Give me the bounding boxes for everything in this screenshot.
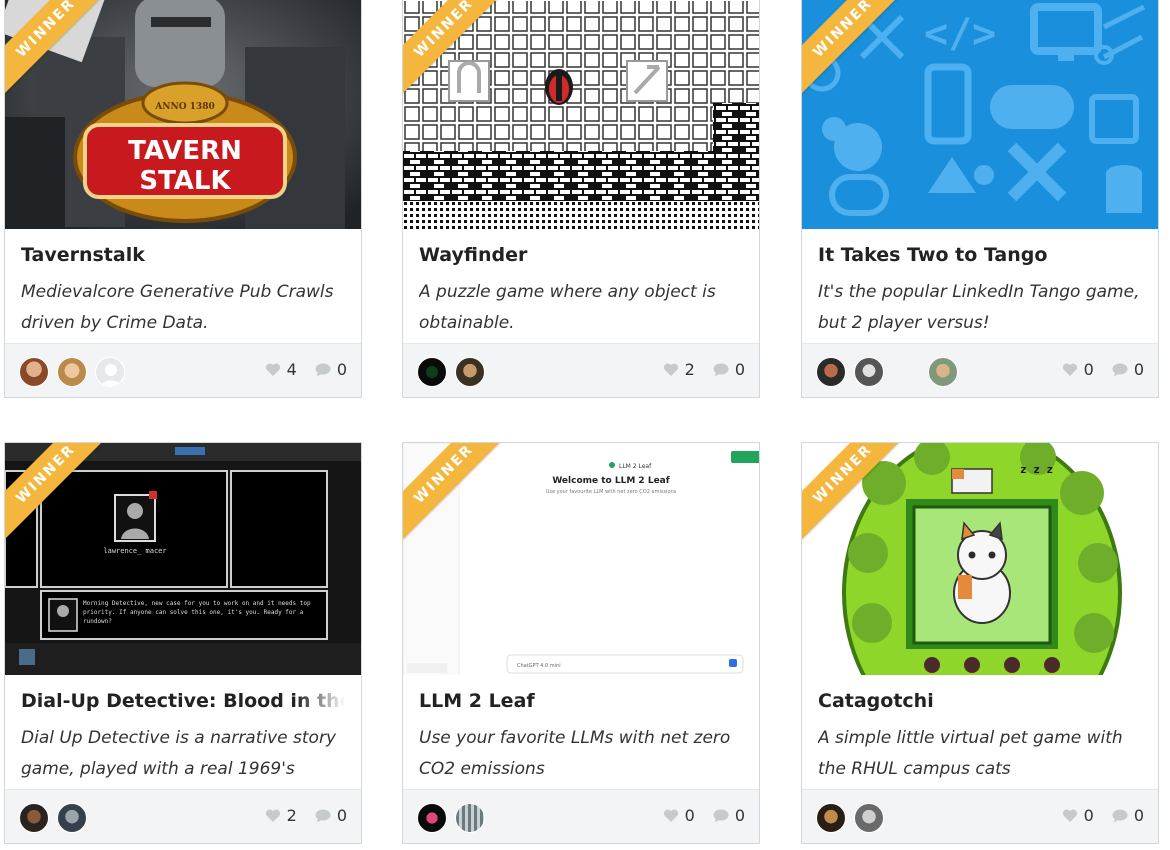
comment-icon bbox=[1112, 363, 1128, 376]
card-footer: 4 0 bbox=[5, 343, 361, 397]
project-card-catagotchi[interactable]: z z z WINNER Catagotchi A simple little … bbox=[801, 442, 1159, 844]
likes-count: 4 bbox=[286, 360, 297, 379]
team-avatars bbox=[19, 357, 125, 387]
avatar[interactable] bbox=[928, 357, 958, 387]
avatar[interactable] bbox=[854, 803, 884, 833]
card-description: A simple little virtual pet game with th… bbox=[818, 728, 1123, 779]
project-card-dial-up-detective[interactable]: lawrence_ macer Morning Detective, new c… bbox=[4, 442, 362, 844]
card-footer: 0 0 bbox=[802, 343, 1158, 397]
avatar-placeholder[interactable] bbox=[95, 357, 125, 387]
avatar[interactable] bbox=[417, 357, 447, 387]
avatar[interactable] bbox=[816, 357, 846, 387]
team-avatars bbox=[19, 803, 87, 833]
card-description: Medievalcore Generative Pub Crawls drive… bbox=[21, 282, 334, 333]
comment-icon bbox=[315, 809, 331, 822]
team-avatars bbox=[417, 803, 485, 833]
card-title[interactable]: Tavernstalk bbox=[21, 241, 345, 271]
card-description: A puzzle game where any object is obtain… bbox=[419, 282, 716, 333]
card-description: Dial Up Detective is a narrative story g… bbox=[21, 728, 337, 779]
card-stats: 2 0 bbox=[663, 360, 745, 379]
card-title[interactable]: Wayfinder bbox=[419, 241, 743, 271]
card-title[interactable]: It Takes Two to Tango bbox=[818, 241, 1142, 271]
svg-text:</>: </> bbox=[924, 11, 996, 57]
likes-count: 0 bbox=[684, 806, 695, 825]
welcome-heading: Welcome to LLM 2 Leaf bbox=[552, 476, 669, 486]
team-avatars bbox=[816, 803, 884, 833]
avatar[interactable] bbox=[816, 803, 846, 833]
card-title[interactable]: Dial-Up Detective: Blood in the bbox=[21, 687, 345, 717]
user-placeholder-icon bbox=[100, 364, 122, 386]
project-card-llm-2-leaf[interactable]: LLM 2 Leaf Welcome to LLM 2 Leaf Use you… bbox=[402, 442, 760, 844]
comments[interactable]: 0 bbox=[713, 806, 745, 825]
project-card-tango[interactable]: </> WINNER It Takes Two to Tango It's th… bbox=[801, 0, 1159, 398]
comments[interactable]: 0 bbox=[1112, 360, 1144, 379]
avatar[interactable] bbox=[417, 803, 447, 833]
heart-icon bbox=[663, 363, 678, 376]
avatar[interactable] bbox=[19, 803, 49, 833]
app-name-label: LLM 2 Leaf bbox=[619, 463, 652, 470]
likes[interactable]: 0 bbox=[663, 806, 695, 825]
card-stats: 0 0 bbox=[1062, 806, 1144, 825]
model-selector: ChatGPT 4.0 mini bbox=[517, 663, 561, 669]
team-avatars bbox=[417, 357, 485, 387]
likes-count: 0 bbox=[1083, 806, 1094, 825]
card-stats: 0 0 bbox=[663, 806, 745, 825]
avatar[interactable] bbox=[57, 357, 87, 387]
comments[interactable]: 0 bbox=[713, 360, 745, 379]
comments[interactable]: 0 bbox=[1112, 806, 1144, 825]
card-stats: 4 0 bbox=[265, 360, 347, 379]
avatar[interactable] bbox=[57, 803, 87, 833]
likes[interactable]: 2 bbox=[663, 360, 695, 379]
likes[interactable]: 2 bbox=[265, 806, 297, 825]
likes[interactable]: 4 bbox=[265, 360, 297, 379]
comment-icon bbox=[1112, 809, 1128, 822]
card-footer: 2 0 bbox=[403, 343, 759, 397]
dialogue-text: Morning Detective, new case for you to w… bbox=[83, 600, 311, 625]
heart-icon bbox=[265, 363, 280, 376]
comments-count: 0 bbox=[336, 360, 347, 379]
heart-icon bbox=[1062, 809, 1077, 822]
likes-count: 2 bbox=[684, 360, 695, 379]
comment-icon bbox=[315, 363, 331, 376]
comments-count: 0 bbox=[1133, 360, 1144, 379]
heart-icon bbox=[1062, 363, 1077, 376]
avatar[interactable] bbox=[854, 357, 884, 387]
likes-count: 2 bbox=[286, 806, 297, 825]
likes-count: 0 bbox=[1083, 360, 1094, 379]
card-title[interactable]: LLM 2 Leaf bbox=[419, 687, 743, 717]
comment-icon bbox=[713, 809, 729, 822]
likes[interactable]: 0 bbox=[1062, 806, 1094, 825]
avatar[interactable] bbox=[455, 803, 485, 833]
logo-text-1: TAVERN bbox=[128, 136, 242, 166]
project-card-wayfinder[interactable]: WINNER Wayfinder A puzzle game where any… bbox=[402, 0, 760, 398]
card-footer: 0 0 bbox=[403, 789, 759, 843]
comments-count: 0 bbox=[1133, 806, 1144, 825]
logo-text-2: STALK bbox=[139, 166, 231, 196]
card-description: It's the popular LinkedIn Tango game, bu… bbox=[818, 282, 1140, 333]
project-card-tavernstalk[interactable]: ANNO 1380 TAVERN STALK WINNER Tavernstal… bbox=[4, 0, 362, 398]
card-stats: 2 0 bbox=[265, 806, 347, 825]
card-description: Use your favorite LLMs with net zero CO2… bbox=[419, 728, 731, 779]
comment-icon bbox=[713, 363, 729, 376]
likes[interactable]: 0 bbox=[1062, 360, 1094, 379]
avatar[interactable] bbox=[19, 357, 49, 387]
logo-small-text: ANNO 1380 bbox=[154, 102, 214, 112]
comments[interactable]: 0 bbox=[315, 806, 347, 825]
heart-icon bbox=[265, 809, 280, 822]
comments-count: 0 bbox=[336, 806, 347, 825]
heart-icon bbox=[663, 809, 678, 822]
comments-count: 0 bbox=[734, 360, 745, 379]
avatar[interactable] bbox=[455, 357, 485, 387]
sleep-zzz-text: z z z bbox=[1020, 463, 1053, 476]
suspect-name-label: lawrence_ macer bbox=[103, 547, 166, 555]
comments-count: 0 bbox=[734, 806, 745, 825]
welcome-subtitle: Use your favourite LLM with net zero CO2… bbox=[546, 489, 677, 495]
card-stats: 0 0 bbox=[1062, 360, 1144, 379]
card-footer: 0 0 bbox=[802, 789, 1158, 843]
comments[interactable]: 0 bbox=[315, 360, 347, 379]
card-footer: 2 0 bbox=[5, 789, 361, 843]
card-title[interactable]: Catagotchi bbox=[818, 687, 1142, 717]
team-avatars bbox=[816, 357, 958, 387]
